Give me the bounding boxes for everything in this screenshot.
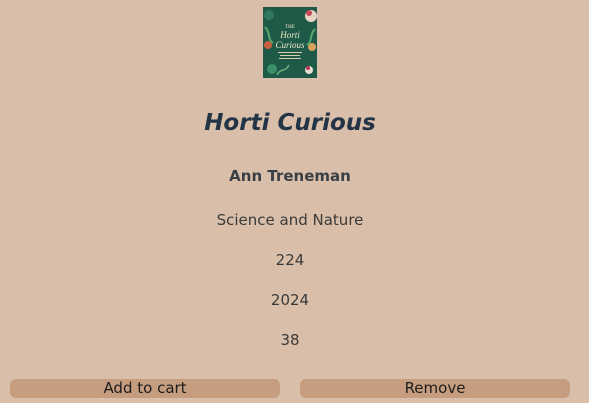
book-author: Ann Treneman — [229, 167, 351, 185]
cover-title-line2: Curious — [275, 40, 305, 50]
book-title: Horti Curious — [204, 110, 376, 136]
cover-title-line1: Horti — [279, 30, 300, 40]
book-pages: 224 — [275, 251, 305, 269]
book-year: 2024 — [270, 291, 310, 309]
book-genre: Science and Nature — [216, 211, 364, 229]
remove-button[interactable]: Remove — [300, 379, 570, 398]
add-to-cart-button[interactable]: Add to cart — [10, 379, 280, 398]
book-price: 38 — [280, 331, 300, 349]
book-cover-image: THE Horti Curious — [263, 7, 317, 78]
